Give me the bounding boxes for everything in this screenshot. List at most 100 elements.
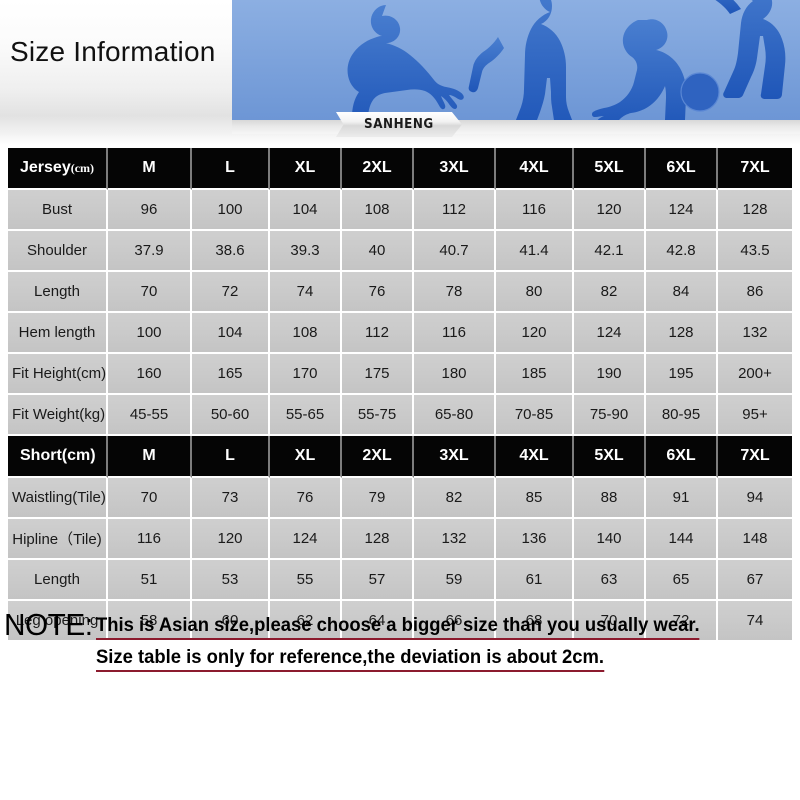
short-header-label: Short(cm): [8, 436, 108, 478]
cell-waistling-5XL: 88: [574, 478, 646, 519]
cell-shoulder-7XL: 43.5: [718, 231, 792, 272]
table-row: Shoulder 37.9 38.6 39.3 40 40.7 41.4 42.…: [8, 231, 792, 272]
jersey-size-XL: XL: [270, 148, 342, 190]
jersey-header-row: Jersey(cm) M L XL 2XL 3XL 4XL 5XL 6XL 7X…: [8, 148, 792, 190]
cell-fitheight-5XL: 190: [574, 354, 646, 395]
short-size-4XL: 4XL: [496, 436, 574, 478]
jersey-header-label: Jersey(cm): [8, 148, 108, 190]
jersey-size-M: M: [108, 148, 192, 190]
page-header-banner: Size Information SANHENG: [0, 0, 800, 145]
table-row: Length 51 53 55 57 59 61 63 65 67: [8, 560, 792, 601]
jersey-size-table: Jersey(cm) M L XL 2XL 3XL 4XL 5XL 6XL 7X…: [8, 148, 792, 436]
short-size-2XL: 2XL: [342, 436, 414, 478]
cell-bust-7XL: 128: [718, 190, 792, 231]
cell-shoulder-2XL: 40: [342, 231, 414, 272]
row-label-waistling: Waistling(Tile): [8, 478, 108, 519]
cell-shoulder-L: 38.6: [192, 231, 270, 272]
cell-bust-XL: 104: [270, 190, 342, 231]
table-row: Bust 96 100 104 108 112 116 120 124 128: [8, 190, 792, 231]
cell-waistling-7XL: 94: [718, 478, 792, 519]
sanheng-logo-badge: SANHENG: [336, 112, 462, 137]
cell-hem-2XL: 112: [342, 313, 414, 354]
cell-hem-3XL: 116: [414, 313, 496, 354]
short-size-XL: XL: [270, 436, 342, 478]
cell-shortlength-M: 51: [108, 560, 192, 601]
cell-shoulder-6XL: 42.8: [646, 231, 718, 272]
cell-fitweight-5XL: 75-90: [574, 395, 646, 436]
short-header-row: Short(cm) M L XL 2XL 3XL 4XL 5XL 6XL 7XL: [8, 436, 792, 478]
row-label-length: Length: [8, 272, 108, 313]
cell-fitweight-3XL: 65-80: [414, 395, 496, 436]
cell-hipline-6XL: 144: [646, 519, 718, 560]
cell-bust-5XL: 120: [574, 190, 646, 231]
size-tables: Jersey(cm) M L XL 2XL 3XL 4XL 5XL 6XL 7X…: [8, 148, 792, 642]
cell-hem-M: 100: [108, 313, 192, 354]
note-line-2: Size table is only for reference,the dev…: [0, 648, 800, 672]
cell-length-4XL: 80: [496, 272, 574, 313]
cell-shoulder-5XL: 42.1: [574, 231, 646, 272]
cell-bust-6XL: 124: [646, 190, 718, 231]
jersey-size-L: L: [192, 148, 270, 190]
cell-shortlength-4XL: 61: [496, 560, 574, 601]
table-row: Length 70 72 74 76 78 80 82 84 86: [8, 272, 792, 313]
row-label-hem-length: Hem length: [8, 313, 108, 354]
cell-waistling-M: 70: [108, 478, 192, 519]
jersey-unit-text: (cm): [70, 161, 95, 175]
cell-hipline-4XL: 136: [496, 519, 574, 560]
cell-hipline-2XL: 128: [342, 519, 414, 560]
cell-hem-5XL: 124: [574, 313, 646, 354]
cell-shortlength-XL: 55: [270, 560, 342, 601]
note-line-1: NOTE: This is Asian size,please choose a…: [0, 609, 800, 640]
cell-shoulder-4XL: 41.4: [496, 231, 574, 272]
note-text-1: This is Asian size,please choose a bigge…: [96, 616, 700, 640]
jersey-size-2XL: 2XL: [342, 148, 414, 190]
jersey-size-7XL: 7XL: [718, 148, 792, 190]
cell-fitweight-L: 50-60: [192, 395, 270, 436]
jersey-size-6XL: 6XL: [646, 148, 718, 190]
cell-hipline-L: 120: [192, 519, 270, 560]
cell-length-5XL: 82: [574, 272, 646, 313]
short-size-3XL: 3XL: [414, 436, 496, 478]
cell-length-2XL: 76: [342, 272, 414, 313]
cell-bust-L: 100: [192, 190, 270, 231]
row-label-fit-height: Fit Height(cm): [8, 354, 108, 395]
row-label-hipline: Hipline（Tile): [8, 519, 108, 560]
short-size-7XL: 7XL: [718, 436, 792, 478]
cell-waistling-L: 73: [192, 478, 270, 519]
cell-waistling-4XL: 85: [496, 478, 574, 519]
cell-waistling-3XL: 82: [414, 478, 496, 519]
cell-fitheight-4XL: 185: [496, 354, 574, 395]
cell-fitweight-7XL: 95+: [718, 395, 792, 436]
row-label-short-length: Length: [8, 560, 108, 601]
cell-shoulder-M: 37.9: [108, 231, 192, 272]
cell-fitheight-XL: 170: [270, 354, 342, 395]
note-text-2: Size table is only for reference,the dev…: [96, 648, 605, 672]
cell-shoulder-3XL: 40.7: [414, 231, 496, 272]
table-row: Fit Height(cm) 160 165 170 175 180 185 1…: [8, 354, 792, 395]
cell-length-6XL: 84: [646, 272, 718, 313]
row-label-fit-weight: Fit Weight(kg): [8, 395, 108, 436]
short-size-5XL: 5XL: [574, 436, 646, 478]
cell-fitweight-6XL: 80-95: [646, 395, 718, 436]
note-section: NOTE: This is Asian size,please choose a…: [0, 609, 800, 672]
note-label: NOTE:: [4, 607, 93, 642]
row-label-shoulder: Shoulder: [8, 231, 108, 272]
page-title: Size Information: [10, 36, 216, 67]
table-row: Hem length 100 104 108 112 116 120 124 1…: [8, 313, 792, 354]
cell-fitweight-4XL: 70-85: [496, 395, 574, 436]
table-row: Fit Weight(kg) 45-55 50-60 55-65 55-75 6…: [8, 395, 792, 436]
cell-hem-XL: 108: [270, 313, 342, 354]
jersey-size-3XL: 3XL: [414, 148, 496, 190]
cell-hem-L: 104: [192, 313, 270, 354]
table-row: Hipline（Tile) 116 120 124 128 132 136 14…: [8, 519, 792, 560]
cell-bust-4XL: 116: [496, 190, 574, 231]
cell-hipline-5XL: 140: [574, 519, 646, 560]
cell-waistling-6XL: 91: [646, 478, 718, 519]
cell-fitheight-6XL: 195: [646, 354, 718, 395]
cell-shoulder-XL: 39.3: [270, 231, 342, 272]
row-label-bust: Bust: [8, 190, 108, 231]
cell-waistling-2XL: 79: [342, 478, 414, 519]
cell-length-XL: 74: [270, 272, 342, 313]
cell-shortlength-3XL: 59: [414, 560, 496, 601]
cell-hem-4XL: 120: [496, 313, 574, 354]
